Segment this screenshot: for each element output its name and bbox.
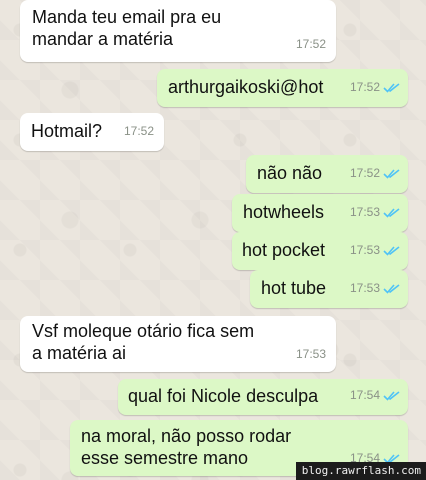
message-text: hot pocket <box>242 240 326 260</box>
message-text: qual foi Nicole desculpa <box>128 386 319 406</box>
message-meta: 17:53 <box>350 277 400 299</box>
message-bubble-incoming[interactable]: Vsf moleque otário fica sem a matéria ai… <box>20 316 336 372</box>
double-check-icon <box>383 82 400 93</box>
message-text: hotwheels <box>243 202 325 222</box>
double-check-icon <box>383 245 400 256</box>
double-check-icon <box>383 390 400 401</box>
message-meta: 17:52 <box>350 162 400 184</box>
message-bubble-incoming[interactable]: Hotmail? 17:52 <box>20 113 164 151</box>
message-text: Manda teu email pra eu mandar a matéria <box>32 7 222 49</box>
message-time: 17:52 <box>295 37 326 51</box>
message-meta: 17:53 <box>296 343 326 365</box>
message-time: 17:52 <box>349 166 380 180</box>
message-meta: 17:52 <box>296 33 326 55</box>
message-time: 17:53 <box>349 281 380 295</box>
message-bubble-outgoing[interactable]: não não 17:52 <box>246 155 408 193</box>
message-text: não não <box>257 163 323 183</box>
message-meta: 17:52 <box>350 76 400 98</box>
message-bubble-outgoing[interactable]: hot tube 17:53 <box>250 270 408 308</box>
message-bubble-outgoing[interactable]: qual foi Nicole desculpa 17:54 <box>118 379 408 415</box>
message-text: arthurgaikoski@hot <box>168 77 324 97</box>
message-meta: 17:53 <box>350 239 400 261</box>
message-bubble-outgoing[interactable]: hot pocket 17:53 <box>232 232 408 270</box>
message-time: 17:52 <box>349 80 380 94</box>
message-bubble-outgoing[interactable]: hotwheels 17:53 <box>232 194 408 232</box>
message-time: 17:53 <box>349 243 380 257</box>
message-text: na moral, não posso rodar esse semestre … <box>81 426 292 468</box>
message-time: 17:53 <box>295 347 326 361</box>
message-meta: 17:53 <box>350 201 400 223</box>
watermark: blog.rawrflash.com <box>295 462 426 480</box>
message-bubble-incoming[interactable]: Manda teu email pra eu mandar a matéria … <box>20 0 336 62</box>
message-time: 17:52 <box>123 124 154 138</box>
message-meta: 17:52 <box>124 120 154 142</box>
double-check-icon <box>383 168 400 179</box>
message-meta: 17:54 <box>350 384 400 406</box>
message-text: Hotmail? <box>31 121 103 141</box>
double-check-icon <box>383 283 400 294</box>
message-bubble-outgoing[interactable]: arthurgaikoski@hot 17:52 <box>157 69 408 107</box>
message-text: Vsf moleque otário fica sem a matéria ai <box>32 321 255 363</box>
message-time: 17:54 <box>349 388 380 402</box>
message-time: 17:53 <box>349 205 380 219</box>
double-check-icon <box>383 207 400 218</box>
message-text: hot tube <box>261 278 327 298</box>
